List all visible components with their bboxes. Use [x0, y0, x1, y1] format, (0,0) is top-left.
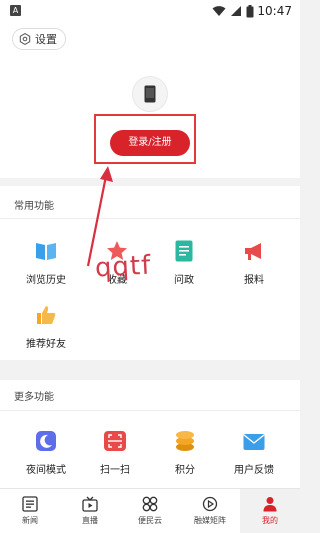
nav-item-mine[interactable]: 我的: [240, 489, 300, 533]
avatar[interactable]: [132, 76, 168, 112]
tv-icon: [82, 496, 98, 512]
nav-label: 直播: [82, 516, 98, 525]
thumbs-up-icon: [35, 304, 57, 326]
megaphone-icon: [243, 240, 265, 262]
gear-icon: [19, 33, 31, 45]
function-item-inquiry[interactable]: 问政: [154, 240, 214, 286]
divider: [0, 410, 300, 411]
media-matrix-icon: [202, 496, 218, 512]
scan-icon: [104, 430, 126, 452]
notification-a-icon: A: [10, 5, 21, 16]
status-time: 10:47: [257, 4, 292, 18]
more-functions-section: 更多功能 夜间模式 扫一扫 积分 用户反馈: [0, 380, 300, 488]
signal-icon: [231, 6, 241, 16]
battery-icon: [246, 4, 254, 17]
status-bar: A 10:47: [0, 0, 300, 22]
nav-item-live[interactable]: 直播: [60, 489, 120, 533]
divider: [0, 218, 300, 219]
section-title: 更多功能: [14, 392, 54, 403]
cloud-grid-icon: [142, 496, 158, 512]
function-label: 推荐好友: [26, 339, 66, 350]
bottom-nav: 新闻 直播 便民云 融媒矩阵 我的: [0, 488, 300, 533]
newspaper-icon: [22, 496, 38, 512]
status-icons: [212, 4, 254, 18]
annotation-text: qqtf: [94, 250, 153, 284]
function-item-report[interactable]: 报料: [224, 240, 284, 286]
section-title: 常用功能: [14, 201, 54, 212]
function-label: 问政: [174, 275, 194, 286]
function-label: 浏览历史: [26, 275, 66, 286]
book-icon: [35, 240, 57, 262]
nav-label: 便民云: [138, 516, 162, 525]
settings-label: 设置: [35, 33, 57, 46]
wifi-icon: [212, 6, 226, 16]
function-label: 扫一扫: [100, 465, 130, 476]
moon-icon: [35, 430, 57, 452]
person-icon: [263, 497, 277, 512]
nav-item-media-matrix[interactable]: 融媒矩阵: [180, 489, 240, 533]
function-item-points[interactable]: 积分: [155, 430, 215, 476]
nav-label: 新闻: [22, 516, 38, 525]
function-item-recommend[interactable]: 推荐好友: [16, 304, 76, 350]
coins-icon: [174, 430, 196, 452]
nav-label: 我的: [262, 516, 278, 525]
function-label: 积分: [175, 465, 195, 476]
function-item-feedback[interactable]: 用户反馈: [224, 430, 284, 476]
login-register-button[interactable]: 登录/注册: [110, 130, 190, 156]
nav-item-news[interactable]: 新闻: [0, 489, 60, 533]
settings-button[interactable]: 设置: [12, 28, 66, 50]
phone-avatar-icon: [144, 85, 156, 103]
function-item-scan[interactable]: 扫一扫: [85, 430, 145, 476]
function-label: 报料: [244, 275, 264, 286]
function-item-night-mode[interactable]: 夜间模式: [16, 430, 76, 476]
function-label: 用户反馈: [234, 465, 274, 476]
function-item-history[interactable]: 浏览历史: [16, 240, 76, 286]
nav-item-services[interactable]: 便民云: [120, 489, 180, 533]
function-label: 夜间模式: [26, 465, 66, 476]
document-icon: [173, 240, 195, 262]
nav-label: 融媒矩阵: [194, 516, 226, 525]
mail-icon: [243, 430, 265, 452]
